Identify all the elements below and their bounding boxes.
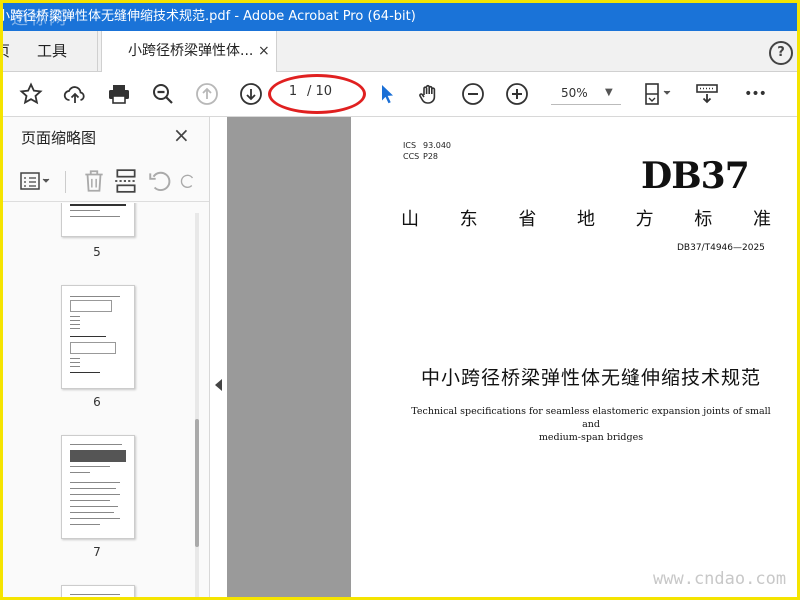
rotate-left-icon[interactable] (147, 169, 173, 193)
previous-page-icon[interactable] (193, 80, 221, 108)
page-thumbnail[interactable] (61, 435, 135, 539)
document-title-zh: 中小跨径桥梁弹性体无缝伸缩技术规范 (421, 367, 762, 389)
page-thumbnail[interactable] (61, 203, 135, 237)
title-en-line: Technical specifications for seamless el… (411, 406, 771, 430)
zoom-search-icon[interactable] (149, 80, 177, 108)
document-title-en: Technical specifications for seamless el… (411, 405, 771, 444)
page-thumbnails-panel: 页面缩略图 × 5 6 7 (3, 117, 210, 597)
insert-page-icon[interactable] (113, 169, 139, 193)
hand-tool-icon[interactable] (415, 80, 443, 108)
zoom-out-icon[interactable] (459, 80, 487, 108)
print-icon[interactable] (105, 80, 133, 108)
tab-home[interactable]: 页 (3, 31, 10, 71)
title-en-line: medium-span bridges (538, 432, 644, 443)
watermark-logo: 迅标网 (11, 9, 68, 29)
thumbnail-list: 5 6 7 (3, 203, 197, 597)
close-tab-icon[interactable]: × (258, 31, 270, 71)
thumbnail-toolbar (3, 161, 209, 202)
standard-number: DB37/T4946—2025 (677, 243, 765, 253)
cloud-upload-icon[interactable] (61, 80, 89, 108)
help-icon[interactable]: ? (769, 41, 793, 65)
heading-char: 山 (401, 209, 419, 230)
zoom-level-value: 50% (561, 86, 588, 100)
province-standard-heading: 山 东 省 地 方 标 准 (401, 205, 771, 231)
bookmark-star-icon[interactable] (17, 80, 45, 108)
close-panel-icon[interactable]: × (173, 123, 190, 147)
toolbar-divider (65, 171, 66, 193)
panel-title: 页面缩略图 (21, 129, 97, 147)
thumbnail-page-number: 5 (93, 245, 101, 259)
highlight-annotation-oval (268, 74, 366, 114)
db37-logo: DB37 (641, 155, 750, 197)
title-bar: 小跨径桥梁弹性体无缝伸缩技术规范.pdf - Adobe Acrobat Pro… (3, 3, 797, 31)
page-thumbnail[interactable] (61, 585, 135, 597)
scroll-mode-icon[interactable] (693, 80, 721, 108)
thumbnail-options-icon[interactable] (17, 169, 53, 193)
zoom-level-dropdown[interactable]: 50% ▼ (551, 82, 621, 105)
collapse-panel-arrow-icon[interactable] (215, 379, 222, 391)
ccs-label: CCS (403, 152, 420, 161)
more-options-icon[interactable]: ••• (741, 80, 769, 108)
heading-char: 东 (459, 209, 478, 230)
heading-char: 方 (635, 209, 654, 230)
delete-page-icon[interactable] (81, 169, 107, 193)
ics-label: ICS (403, 141, 417, 150)
next-page-icon[interactable] (237, 80, 265, 108)
heading-char: 准 (752, 209, 771, 230)
heading-char: 省 (518, 209, 537, 230)
app-window: 小跨径桥梁弹性体无缝伸缩技术规范.pdf - Adobe Acrobat Pro… (3, 3, 797, 597)
ics-value: 93.040 (423, 141, 451, 150)
tab-divider (97, 31, 98, 71)
tab-tools[interactable]: 工具 (37, 31, 67, 71)
page-fit-icon[interactable] (639, 80, 677, 108)
thumbnail-page-number: 6 (93, 395, 101, 409)
site-watermark: www.cndao.com (653, 569, 787, 589)
rotate-right-icon[interactable] (179, 169, 197, 193)
select-cursor-icon[interactable] (373, 80, 401, 108)
main-toolbar: 1 / 10 50% ▼ ••• (3, 72, 797, 117)
heading-char: 地 (576, 209, 595, 230)
page-thumbnail[interactable] (61, 285, 135, 389)
scrollbar-thumb[interactable] (195, 419, 199, 547)
thumbnail-scrollbar[interactable] (195, 213, 199, 597)
pdf-page: ICS 93.040 CCS P28 DB37 山 东 省 地 方 标 准 DB… (351, 117, 797, 597)
tab-bar: 页 工具 小跨径桥梁弹性体... × ? (3, 31, 797, 72)
thumbnail-page-number: 7 (93, 545, 101, 559)
heading-char: 标 (694, 209, 713, 230)
ccs-value: P28 (423, 152, 439, 161)
tab-document-label: 小跨径桥梁弹性体... (128, 43, 254, 59)
zoom-in-icon[interactable] (503, 80, 531, 108)
chevron-down-icon: ▼ (605, 87, 613, 98)
tab-document[interactable]: 小跨径桥梁弹性体... × (101, 31, 277, 72)
